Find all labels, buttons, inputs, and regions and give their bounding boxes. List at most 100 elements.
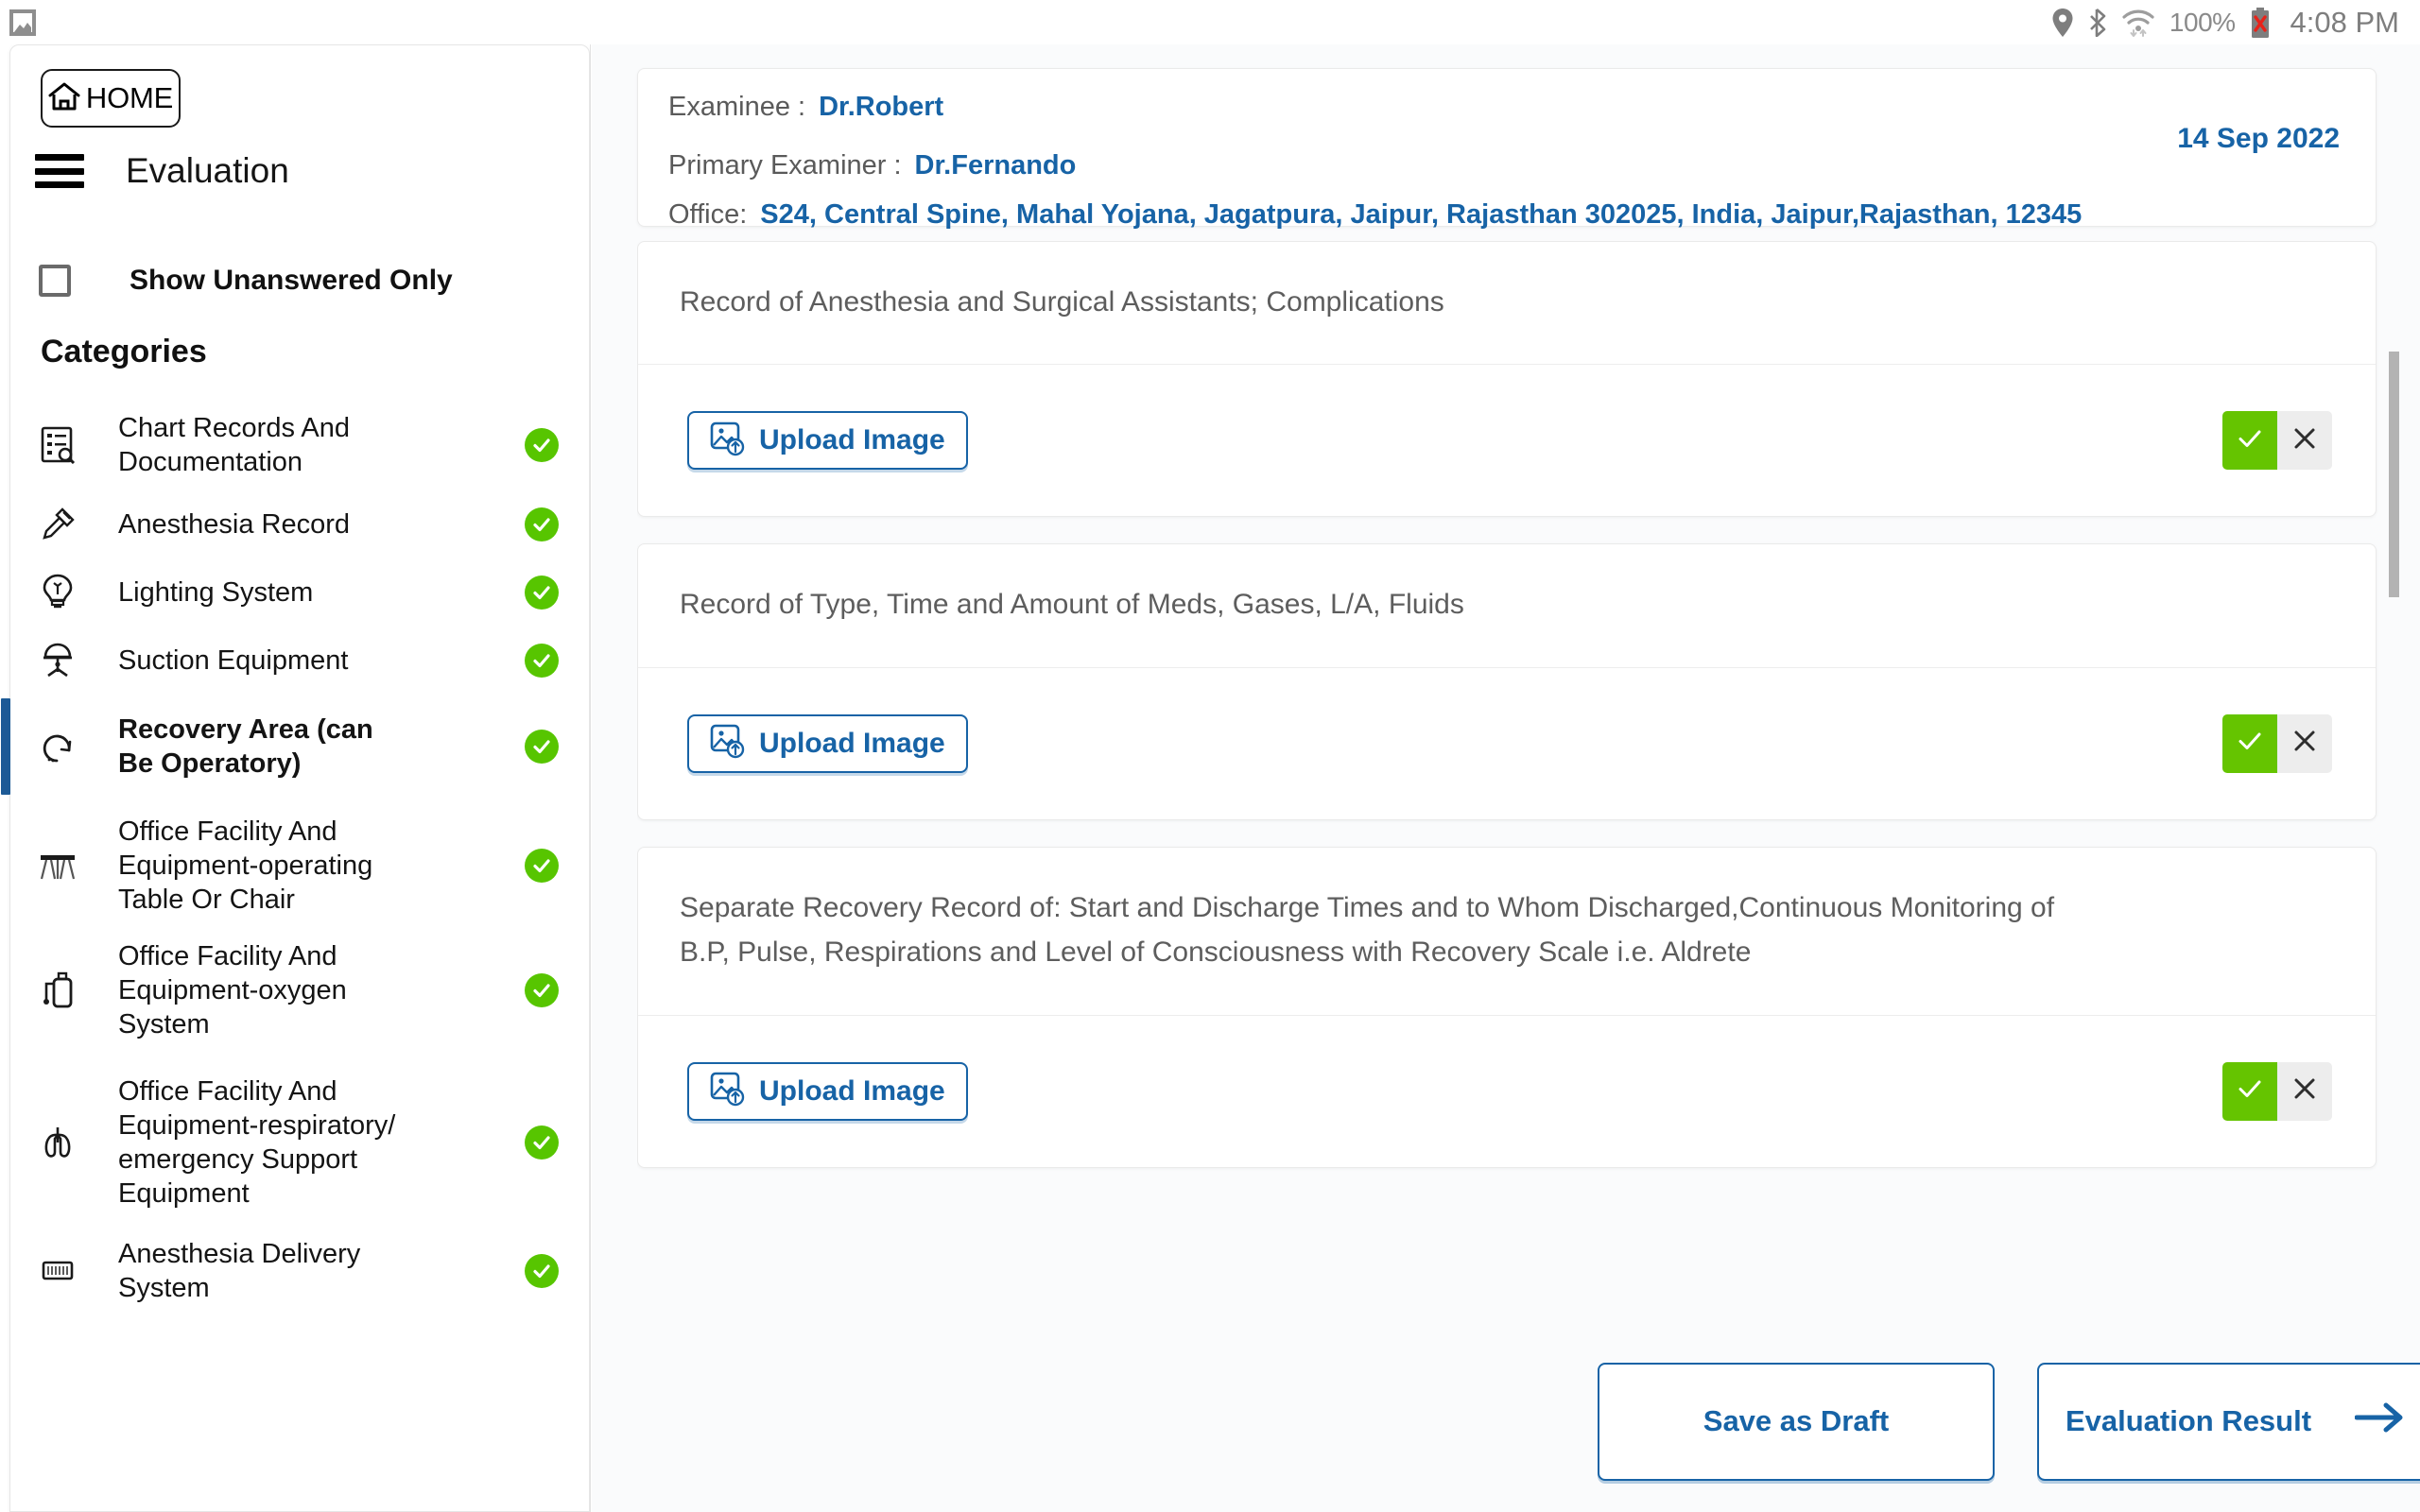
answer-no-button[interactable] xyxy=(2277,1062,2332,1121)
home-button-label: HOME xyxy=(86,81,173,115)
recovery-icon xyxy=(31,730,84,764)
status-badge xyxy=(525,1254,559,1288)
status-badge xyxy=(525,507,559,541)
answer-toggle[interactable] xyxy=(2222,1062,2332,1121)
show-unanswered-label: Show Unanswered Only xyxy=(130,265,453,297)
lightbulb-icon xyxy=(31,574,84,611)
sidebar: HOME Evaluation Show Unanswered Only Cat… xyxy=(0,44,591,1512)
menu-row: Evaluation xyxy=(35,151,289,191)
question-card: Record of Anesthesia and Surgical Assist… xyxy=(637,241,2377,517)
categories-heading: Categories xyxy=(41,334,207,370)
sidebar-card: HOME Evaluation Show Unanswered Only Cat… xyxy=(9,44,590,1512)
evaluation-result-button[interactable]: Evaluation Result xyxy=(2037,1363,2420,1481)
sidebar-item-oxygen-system[interactable]: Office Facility And Equipment-oxygen Sys… xyxy=(10,933,591,1048)
sidebar-item-label: Anesthesia Record xyxy=(118,507,402,541)
upload-image-button[interactable]: Upload Image xyxy=(687,411,968,470)
office-value[interactable]: S24, Central Spine, Mahal Yojana, Jagatp… xyxy=(760,199,2082,231)
status-badge xyxy=(525,644,559,678)
close-icon xyxy=(2291,425,2318,456)
sidebar-item-chart-records[interactable]: Chart Records And Documentation xyxy=(10,400,591,490)
primary-examiner-label: Primary Examiner : xyxy=(668,150,902,181)
vertical-scrollbar[interactable] xyxy=(2389,233,2399,1320)
operating-table-icon xyxy=(31,850,84,882)
sidebar-item-label: Anesthesia Delivery System xyxy=(118,1237,402,1306)
image-placeholder-icon xyxy=(9,9,36,36)
hamburger-menu-icon[interactable] xyxy=(35,154,84,188)
sidebar-item-label: Office Facility And Equipment-respirator… xyxy=(118,1074,402,1211)
show-unanswered-checkbox[interactable] xyxy=(39,265,71,297)
save-as-draft-button[interactable]: Save as Draft xyxy=(1598,1363,1995,1481)
upload-image-label: Upload Image xyxy=(759,1075,945,1108)
sidebar-item-operating-table[interactable]: Office Facility And Equipment-operating … xyxy=(10,799,591,933)
answer-toggle[interactable] xyxy=(2222,714,2332,773)
document-search-icon xyxy=(31,426,84,464)
bluetooth-icon xyxy=(2088,9,2107,37)
question-text: Record of Anesthesia and Surgical Assist… xyxy=(638,242,2376,364)
category-list: Chart Records And Documentation Anesthes… xyxy=(10,400,591,1305)
examinee-row: Examinee : Dr.Robert xyxy=(668,92,943,123)
sidebar-item-label: Office Facility And Equipment-oxygen Sys… xyxy=(118,939,402,1042)
status-badge xyxy=(525,576,559,610)
status-badge xyxy=(525,428,559,462)
footer-actions: Save as Draft Evaluation Result xyxy=(592,1331,2420,1512)
sidebar-item-recovery-area[interactable]: Recovery Area (can Be Operatory) xyxy=(10,695,591,799)
status-badge xyxy=(525,730,559,764)
location-pin-icon xyxy=(2052,9,2073,37)
oxygen-tank-icon xyxy=(31,971,84,1009)
save-as-draft-label: Save as Draft xyxy=(1703,1404,1889,1438)
sidebar-item-label: Lighting System xyxy=(118,576,402,610)
sidebar-item-label: Chart Records And Documentation xyxy=(118,411,402,480)
wifi-icon xyxy=(2122,9,2154,37)
question-scroll-area[interactable]: Record of Anesthesia and Surgical Assist… xyxy=(637,241,2391,1318)
upload-image-label: Upload Image xyxy=(759,424,945,456)
home-button[interactable]: HOME xyxy=(41,69,181,128)
status-badge xyxy=(525,1125,559,1160)
answer-no-button[interactable] xyxy=(2277,714,2332,773)
battery-error-icon xyxy=(2251,8,2270,38)
examinee-label: Examinee : xyxy=(668,92,805,123)
status-bar-right: 100% 4:08 PM xyxy=(2052,6,2399,40)
primary-examiner-value[interactable]: Dr.Fernando xyxy=(915,150,1077,181)
check-icon xyxy=(2236,727,2264,760)
answer-yes-button[interactable] xyxy=(2222,714,2277,773)
show-unanswered-row[interactable]: Show Unanswered Only xyxy=(39,265,453,297)
question-card: Record of Type, Time and Amount of Meds,… xyxy=(637,543,2377,819)
sidebar-item-lighting-system[interactable]: Lighting System xyxy=(10,558,591,627)
status-badge xyxy=(525,973,559,1007)
office-row: Office: S24, Central Spine, Mahal Yojana… xyxy=(668,199,2082,231)
sidebar-item-anesthesia-record[interactable]: Anesthesia Record xyxy=(10,490,591,558)
lungs-icon xyxy=(31,1125,84,1160)
answer-toggle[interactable] xyxy=(2222,411,2332,470)
question-card: Separate Recovery Record of: Start and D… xyxy=(637,847,2377,1168)
answer-yes-button[interactable] xyxy=(2222,411,2277,470)
sidebar-item-suction-equipment[interactable]: Suction Equipment xyxy=(10,627,591,695)
close-icon xyxy=(2291,728,2318,759)
syringe-icon xyxy=(31,507,84,542)
anesthesia-machine-icon xyxy=(31,1259,84,1283)
status-badge xyxy=(525,849,559,883)
status-bar-left xyxy=(9,9,36,36)
active-indicator xyxy=(1,698,10,795)
upload-image-button[interactable]: Upload Image xyxy=(687,714,968,773)
arrow-right-icon xyxy=(2355,1401,2406,1441)
check-icon xyxy=(2236,424,2264,457)
answer-no-button[interactable] xyxy=(2277,411,2332,470)
sidebar-item-respiratory-equipment[interactable]: Office Facility And Equipment-respirator… xyxy=(10,1048,591,1237)
sidebar-item-label: Office Facility And Equipment-operating … xyxy=(118,815,402,918)
main-content: Examinee : Dr.Robert 14 Sep 2022 Primary… xyxy=(592,44,2420,1512)
office-label: Office: xyxy=(668,199,747,231)
image-upload-icon xyxy=(710,421,746,461)
upload-image-button[interactable]: Upload Image xyxy=(687,1062,968,1121)
examinee-value[interactable]: Dr.Robert xyxy=(819,92,943,123)
question-text: Record of Type, Time and Amount of Meds,… xyxy=(638,544,2376,666)
evaluation-result-label: Evaluation Result xyxy=(2066,1404,2311,1438)
evaluation-date: 14 Sep 2022 xyxy=(2177,123,2340,155)
sidebar-item-label: Suction Equipment xyxy=(118,644,402,678)
scrollbar-thumb[interactable] xyxy=(2389,352,2399,597)
sidebar-item-anesthesia-delivery-system[interactable]: Anesthesia Delivery System xyxy=(10,1237,591,1305)
question-actions: Upload Image xyxy=(638,365,2376,516)
answer-yes-button[interactable] xyxy=(2222,1062,2277,1121)
image-upload-icon xyxy=(710,1071,746,1111)
examination-info-card: Examinee : Dr.Robert 14 Sep 2022 Primary… xyxy=(637,68,2377,227)
status-bar: 100% 4:08 PM xyxy=(0,0,2420,44)
